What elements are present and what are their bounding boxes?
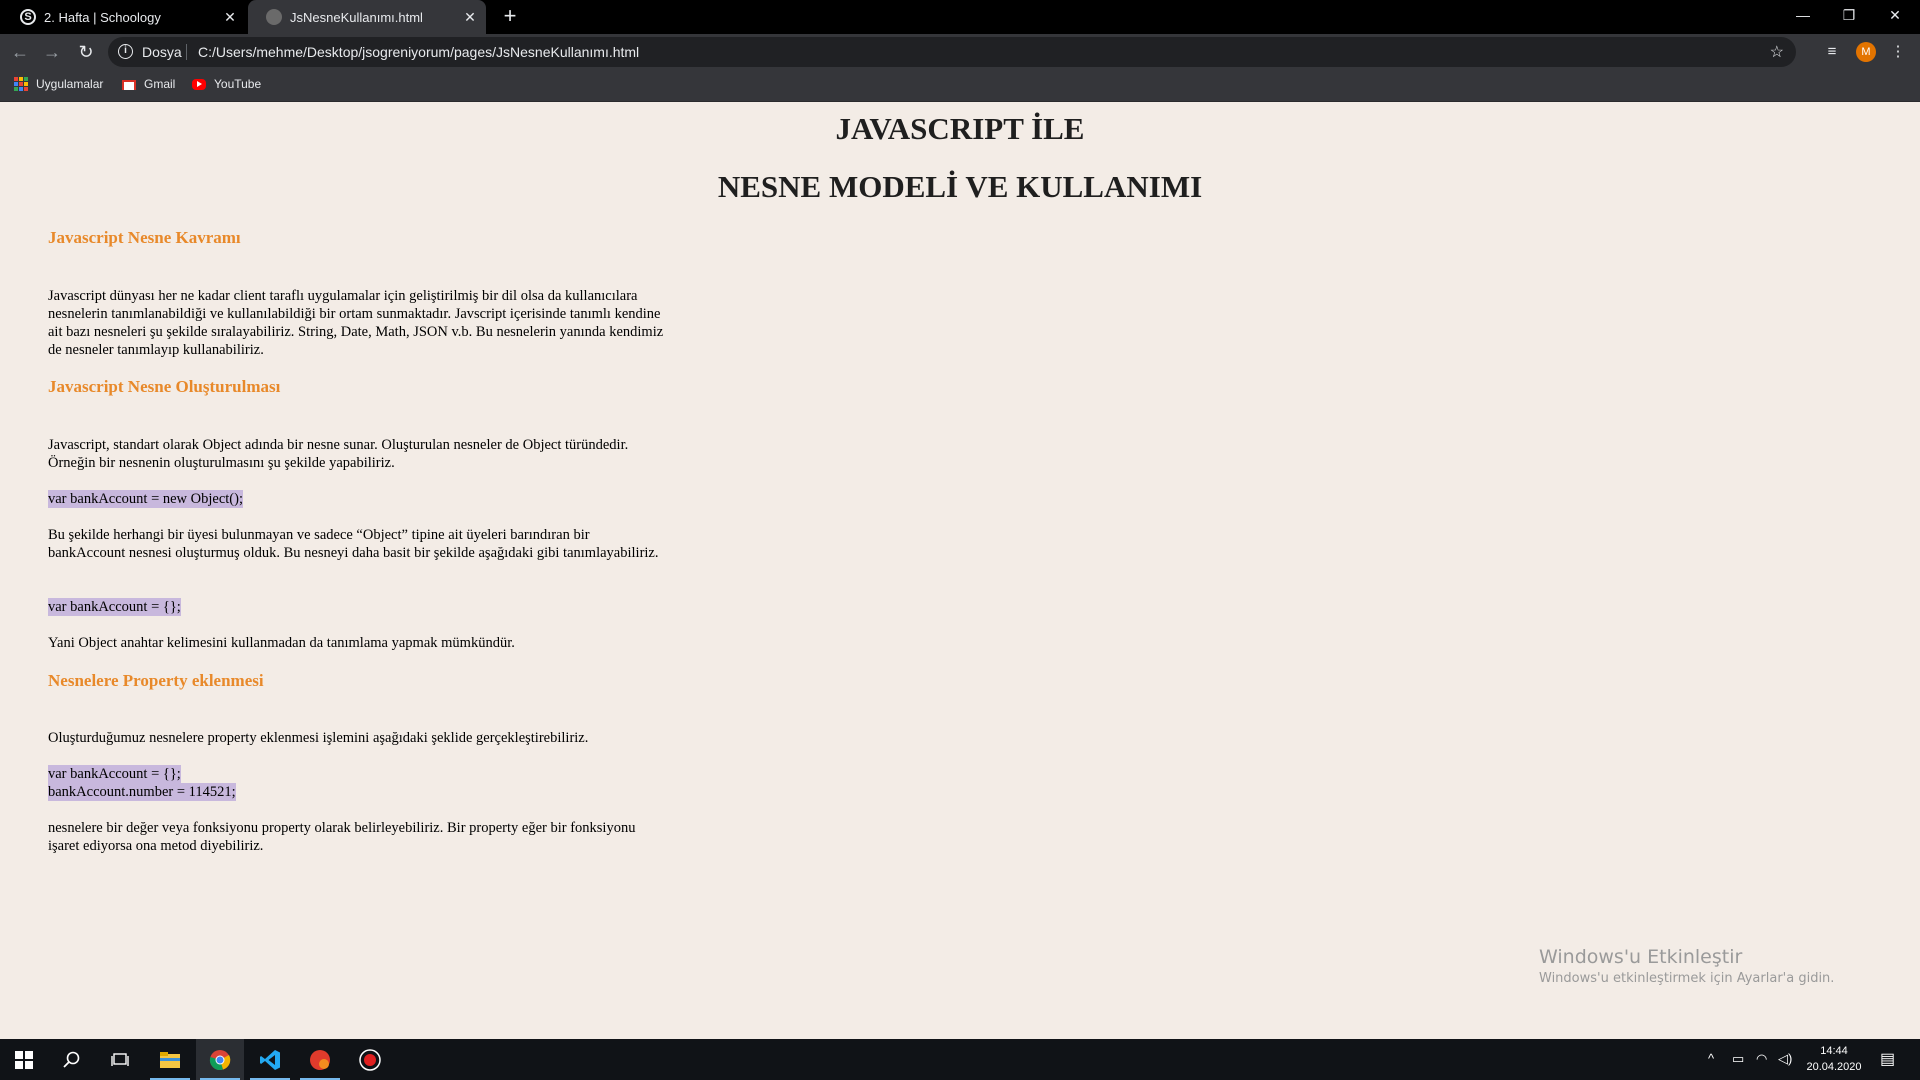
bookmark-label: YouTube bbox=[214, 77, 262, 91]
taskbar-vscode[interactable] bbox=[246, 1039, 294, 1080]
section-heading: Nesnelere Property eklenmesi bbox=[48, 671, 264, 690]
code-line: var bankAccount = {}; bbox=[48, 765, 181, 783]
youtube-icon bbox=[192, 79, 206, 90]
apps-icon bbox=[14, 77, 28, 91]
info-icon[interactable]: i bbox=[118, 44, 133, 59]
taskbar-chrome[interactable] bbox=[196, 1039, 244, 1080]
tab-schoology[interactable]: S 2. Hafta | Schoology ✕ bbox=[2, 0, 246, 34]
code-line: var bankAccount = {}; bbox=[48, 598, 181, 616]
section-heading: Javascript Nesne Oluşturulması bbox=[48, 377, 281, 396]
section-paragraph: Yani Object anahtar kelimesini kullanmad… bbox=[48, 635, 515, 651]
activation-watermark-text: Windows'u etkinleştirmek için Ayarlar'a … bbox=[1539, 971, 1835, 986]
new-tab-button[interactable]: + bbox=[498, 4, 522, 28]
bookmarks-bar: Uygulamalar Gmail YouTube bbox=[0, 70, 1920, 102]
bookmark-gmail[interactable]: Gmail bbox=[122, 77, 175, 91]
restore-button[interactable]: ❐ bbox=[1826, 0, 1872, 30]
volume-icon[interactable]: ◁) bbox=[1778, 1051, 1792, 1067]
chrome-icon bbox=[209, 1049, 231, 1070]
taskbar-clock[interactable]: 14:44 20.04.2020 bbox=[1800, 1043, 1868, 1075]
bookmark-label: Uygulamalar bbox=[36, 77, 104, 91]
media-control-icon[interactable]: ≡ bbox=[1820, 40, 1844, 64]
tab-jsnesne[interactable]: JsNesneKullanımı.html ✕ bbox=[248, 0, 486, 34]
close-tab-icon[interactable]: ✕ bbox=[222, 9, 238, 25]
notification-icon[interactable]: ▤ bbox=[1880, 1049, 1895, 1069]
address-bar[interactable]: i Dosya C:/Users/mehme/Desktop/jsogreniy… bbox=[108, 37, 1796, 67]
profile-avatar[interactable]: M bbox=[1856, 42, 1876, 62]
wifi-icon[interactable]: ◠ bbox=[1756, 1051, 1767, 1067]
page-content: JAVASCRIPT İLE NESNE MODELİ VE KULLANIMI… bbox=[0, 103, 1920, 1039]
tab-strip: S 2. Hafta | Schoology ✕ JsNesneKullanım… bbox=[0, 0, 1920, 34]
tab-title: 2. Hafta | Schoology bbox=[44, 9, 161, 25]
code-snippet: var bankAccount = {}; bankAccount.number… bbox=[48, 765, 236, 801]
section-paragraph: Bu şekilde herhangi bir üyesi bulunmayan… bbox=[48, 527, 659, 561]
start-button[interactable] bbox=[0, 1039, 48, 1080]
taskbar-app-red[interactable] bbox=[296, 1039, 344, 1080]
close-window-button[interactable]: ✕ bbox=[1872, 0, 1918, 30]
gmail-icon bbox=[122, 80, 136, 90]
windows-icon bbox=[15, 1050, 33, 1069]
bookmark-label: Gmail bbox=[144, 77, 176, 91]
globe-icon bbox=[266, 9, 282, 25]
scheme-label: Dosya bbox=[142, 44, 182, 60]
browser-toolbar: ← → ↻ i Dosya C:/Users/mehme/Desktop/jso… bbox=[0, 34, 1920, 70]
forward-icon[interactable]: → bbox=[40, 40, 64, 64]
section-heading: Javascript Nesne Kavramı bbox=[48, 228, 241, 247]
app-icon bbox=[310, 1049, 330, 1070]
clock-date: 20.04.2020 bbox=[1806, 1061, 1862, 1073]
schoology-icon: S bbox=[20, 9, 36, 25]
bookmark-youtube[interactable]: YouTube bbox=[192, 77, 261, 91]
page-title-line2: NESNE MODELİ VE KULLANIMI bbox=[717, 169, 1203, 204]
section-paragraph: Javascript, standart olarak Object adınd… bbox=[48, 437, 629, 471]
page-title-line1: JAVASCRIPT İLE bbox=[835, 111, 1085, 146]
chevron-up-icon[interactable]: ^ bbox=[1708, 1051, 1714, 1066]
code-snippet: var bankAccount = new Object(); bbox=[48, 490, 243, 508]
search-button[interactable] bbox=[48, 1039, 96, 1080]
section-paragraph: Oluşturduğumuz nesnelere property eklenm… bbox=[48, 730, 589, 746]
taskbar-file-explorer[interactable] bbox=[146, 1039, 194, 1080]
code-line: bankAccount.number = 114521; bbox=[48, 783, 236, 801]
back-icon[interactable]: ← bbox=[8, 40, 32, 64]
bookmark-star-icon[interactable]: ☆ bbox=[1770, 42, 1784, 62]
taskbar: ^ ▭ ◠ ◁) 14:44 20.04.2020 ▤ bbox=[0, 1039, 1920, 1080]
bookmark-apps[interactable]: Uygulamalar bbox=[14, 77, 103, 91]
record-icon bbox=[359, 1048, 381, 1071]
task-view-icon bbox=[111, 1052, 129, 1066]
section-paragraph: Javascript dünyası her ne kadar client t… bbox=[48, 288, 664, 358]
search-icon bbox=[63, 1051, 80, 1068]
taskbar-recorder[interactable] bbox=[346, 1039, 394, 1080]
divider bbox=[186, 44, 187, 60]
activation-watermark-title: Windows'u Etkinleştir bbox=[1539, 946, 1743, 968]
menu-icon[interactable]: ⋮ bbox=[1886, 40, 1910, 64]
folder-icon bbox=[160, 1051, 180, 1068]
code-snippet: var bankAccount = {}; bbox=[48, 598, 181, 616]
tab-title: JsNesneKullanımı.html bbox=[290, 9, 423, 25]
close-tab-icon[interactable]: ✕ bbox=[462, 9, 478, 25]
clock-time: 14:44 bbox=[1820, 1045, 1848, 1057]
reload-icon[interactable]: ↻ bbox=[74, 40, 98, 64]
task-view-button[interactable] bbox=[96, 1039, 144, 1080]
vscode-icon bbox=[260, 1049, 280, 1070]
code-line: var bankAccount = new Object(); bbox=[48, 490, 243, 508]
section-paragraph: nesnelere bir değer veya fonksiyonu prop… bbox=[48, 820, 636, 854]
minimize-button[interactable]: — bbox=[1780, 0, 1826, 30]
url-text[interactable]: C:/Users/mehme/Desktop/jsogreniyorum/pag… bbox=[198, 44, 639, 60]
battery-icon[interactable]: ▭ bbox=[1732, 1051, 1744, 1067]
